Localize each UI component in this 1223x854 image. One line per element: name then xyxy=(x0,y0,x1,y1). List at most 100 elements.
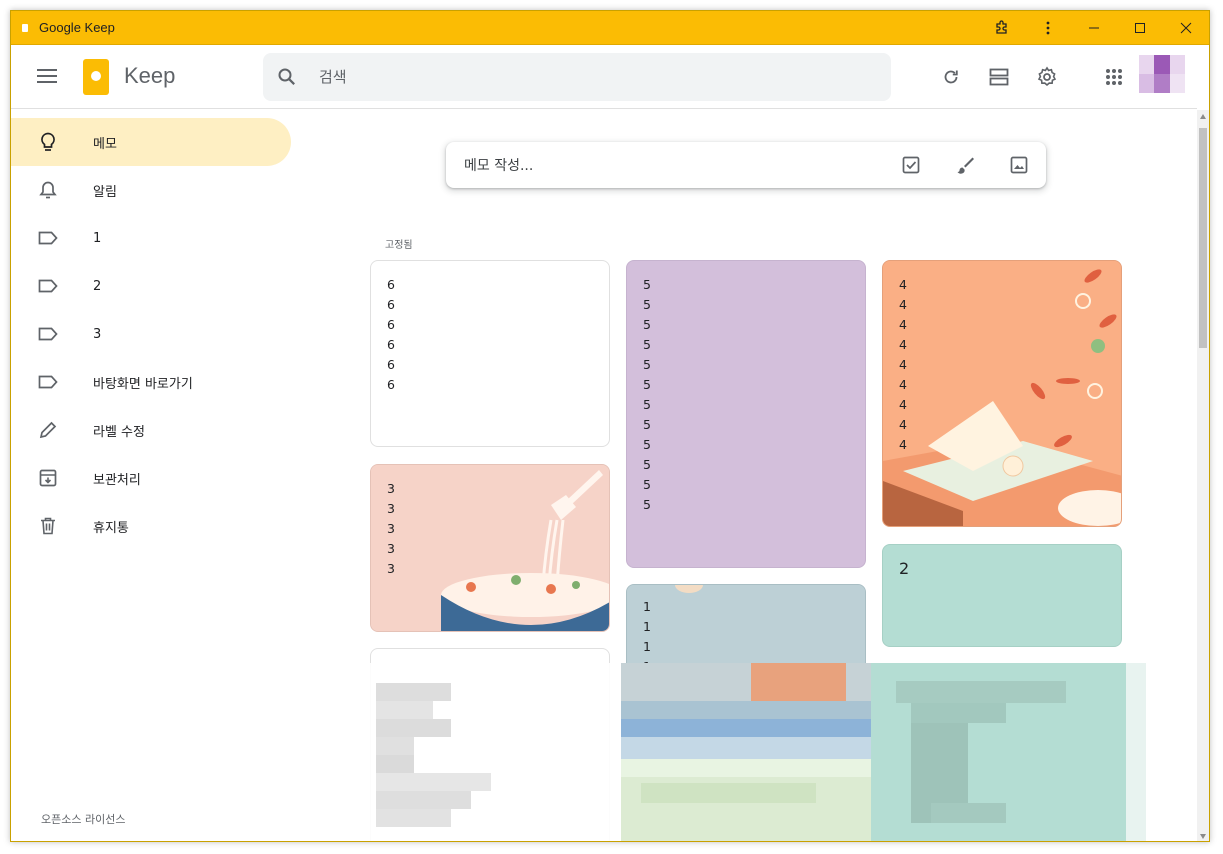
note-line: 1 xyxy=(643,619,651,634)
note-content: 6 6 6 6 6 6 xyxy=(387,275,395,395)
scroll-down-arrow-icon[interactable] xyxy=(1200,834,1206,839)
sidebar-item-label: 1 xyxy=(93,230,102,246)
note-line: 5 xyxy=(643,317,651,332)
settings-icon[interactable] xyxy=(1023,53,1071,101)
note-line: 6 xyxy=(387,377,395,392)
label-icon xyxy=(11,358,83,406)
note-line: 5 xyxy=(643,377,651,392)
vertical-scrollbar[interactable] xyxy=(1197,110,1209,841)
note-line: 6 xyxy=(387,277,395,292)
note-line: 6 xyxy=(387,357,395,372)
note-line: 4 xyxy=(899,337,907,352)
note-line: 6 xyxy=(387,297,395,312)
note-line: 6 xyxy=(387,337,395,352)
trash-icon xyxy=(11,502,83,550)
refresh-icon[interactable] xyxy=(927,53,975,101)
note-line: 1 xyxy=(643,639,651,654)
note-line: 4 xyxy=(899,417,907,432)
apps-icon[interactable] xyxy=(1090,53,1138,101)
maximize-button[interactable] xyxy=(1117,11,1163,45)
checkbox-icon[interactable] xyxy=(884,142,938,188)
sidebar-item-archive[interactable]: 보관처리 xyxy=(11,454,291,502)
sidebar-item-label: 보관처리 xyxy=(93,472,141,488)
note-line: 3 xyxy=(387,541,395,556)
sidebar-item-label: 메모 xyxy=(93,136,117,152)
note-line: 5 xyxy=(643,477,651,492)
sidebar-item-label: 휴지통 xyxy=(93,520,129,536)
lightbulb-icon xyxy=(11,118,83,166)
note-line: 5 xyxy=(643,437,651,452)
note-card[interactable]: 4 4 4 4 4 4 4 4 4 xyxy=(882,260,1122,527)
avatar[interactable] xyxy=(1139,55,1185,93)
noodle-bowl-illustration xyxy=(371,465,609,631)
note-line: 2 xyxy=(899,559,910,578)
note-card[interactable]: 2 xyxy=(882,544,1122,647)
sidebar-item-label-2[interactable]: 2 xyxy=(11,262,291,310)
extension-icon[interactable] xyxy=(979,11,1025,45)
image-icon[interactable] xyxy=(992,142,1046,188)
window-title: Google Keep xyxy=(39,20,115,35)
pinned-section-label: 고정됨 xyxy=(385,240,413,251)
search-icon[interactable] xyxy=(263,53,311,101)
sidebar-item-label: 3 xyxy=(93,326,102,342)
app-window: Google Keep Keep 검색 메모 알림 1 2 3 바탕화면 바로가… xyxy=(10,10,1210,842)
bell-icon xyxy=(11,166,83,214)
keep-logo-icon[interactable] xyxy=(83,59,109,95)
note-line: 4 xyxy=(899,297,907,312)
note-line: 4 xyxy=(899,377,907,392)
sidebar-item-reminders[interactable]: 알림 xyxy=(11,166,291,214)
note-card[interactable]: 6 6 6 6 6 6 xyxy=(370,260,610,447)
minimize-button[interactable] xyxy=(1071,11,1117,45)
title-bar: Google Keep xyxy=(11,11,1209,45)
note-content: 5 5 5 5 5 5 5 5 5 5 5 5 xyxy=(643,275,651,515)
sidebar: 메모 알림 1 2 3 바탕화면 바로가기 라벨 수정 보관처리 휴지통 오픈소… xyxy=(11,110,311,841)
note-card[interactable]: 5 5 5 5 5 5 5 5 5 5 5 5 xyxy=(626,260,866,568)
scroll-thumb[interactable] xyxy=(1199,128,1207,348)
search-input[interactable] xyxy=(319,68,839,86)
note-line: 4 xyxy=(899,357,907,372)
main-menu-icon[interactable] xyxy=(37,69,57,83)
open-source-licenses-link[interactable]: 오픈소스 라이선스 xyxy=(41,811,125,827)
archive-icon xyxy=(11,454,83,502)
app-name[interactable]: Keep xyxy=(124,63,175,89)
note-line: 1 xyxy=(643,599,651,614)
note-line: 3 xyxy=(387,561,395,576)
note-line: 6 xyxy=(387,317,395,332)
scroll-up-arrow-icon[interactable] xyxy=(1200,114,1206,119)
note-line: 5 xyxy=(643,397,651,412)
label-icon xyxy=(11,262,83,310)
label-icon xyxy=(11,310,83,358)
search-bar[interactable] xyxy=(263,53,891,101)
note-line: 4 xyxy=(899,277,907,292)
note-line: 4 xyxy=(899,437,907,452)
note-line: 5 xyxy=(643,357,651,372)
close-button[interactable] xyxy=(1163,11,1209,45)
note-line: 5 xyxy=(643,277,651,292)
sidebar-item-desktop-shortcut[interactable]: 바탕화면 바로가기 xyxy=(11,358,291,406)
composer-placeholder[interactable]: 메모 작성... xyxy=(464,155,884,175)
note-card[interactable]: 3 3 3 3 3 xyxy=(370,464,610,632)
note-line: 5 xyxy=(643,337,651,352)
sidebar-item-edit-labels[interactable]: 라벨 수정 xyxy=(11,406,291,454)
sidebar-item-label: 바탕화면 바로가기 xyxy=(93,376,193,392)
sidebar-item-label-3[interactable]: 3 xyxy=(11,310,291,358)
sidebar-item-trash[interactable]: 휴지통 xyxy=(11,502,291,550)
sidebar-item-memo[interactable]: 메모 xyxy=(11,118,291,166)
note-content: 2 xyxy=(899,559,909,579)
sidebar-item-label: 2 xyxy=(93,278,102,294)
list-view-icon[interactable] xyxy=(975,53,1023,101)
note-line: 5 xyxy=(643,497,651,512)
pixelated-overlay xyxy=(356,663,1146,841)
note-line: 5 xyxy=(643,297,651,312)
note-composer[interactable]: 메모 작성... xyxy=(446,142,1046,188)
pencil-icon xyxy=(11,406,83,454)
note-line: 5 xyxy=(643,457,651,472)
brush-icon[interactable] xyxy=(938,142,992,188)
note-line: 3 xyxy=(387,521,395,536)
sidebar-item-label-1[interactable]: 1 xyxy=(11,214,291,262)
note-line: 4 xyxy=(899,397,907,412)
note-line: 5 xyxy=(643,417,651,432)
more-vert-icon[interactable] xyxy=(1025,11,1071,45)
note-line: 3 xyxy=(387,481,395,496)
label-icon xyxy=(11,214,83,262)
